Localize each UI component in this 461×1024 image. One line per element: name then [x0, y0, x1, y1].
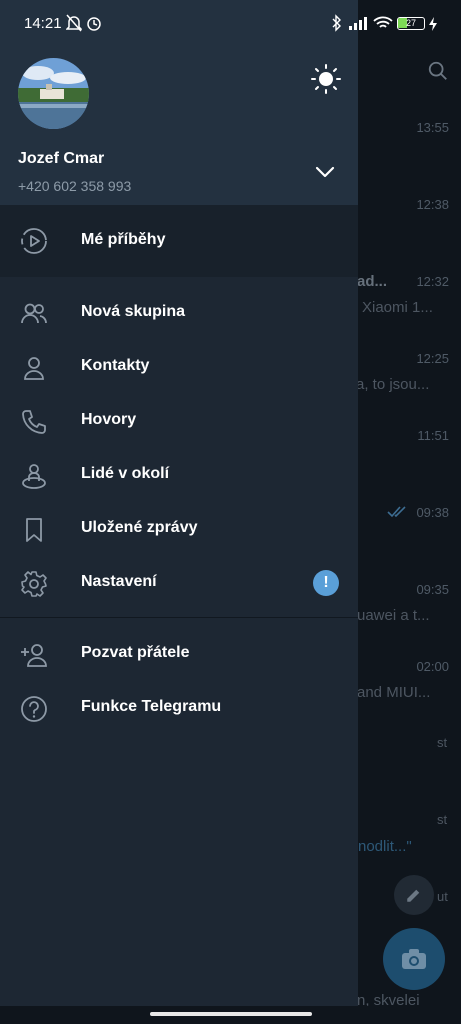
chat-time: 12:38	[416, 197, 449, 212]
chevron-down-icon[interactable]	[314, 164, 336, 180]
chat-time: 12:25	[416, 351, 449, 366]
stories-icon	[21, 228, 47, 254]
double-check-icon	[387, 506, 406, 518]
menu-divider	[0, 617, 358, 618]
menu-item-saved-messages[interactable]: Uložené zprávy	[0, 502, 358, 556]
avatar-photo	[18, 58, 89, 129]
menu-item-label: Mé příběhy	[81, 231, 166, 248]
wifi-icon	[373, 16, 393, 28]
theme-toggle-icon[interactable]	[311, 64, 341, 94]
menu-item-telegram-features[interactable]: Funkce Telegramu	[0, 681, 358, 735]
menu-item-label: Pozvat přátele	[81, 644, 190, 661]
chat-time: 11:51	[417, 428, 449, 443]
group-icon	[21, 303, 47, 324]
chat-time: 09:38	[416, 505, 449, 520]
chat-time: 13:55	[416, 120, 449, 135]
avatar[interactable]	[18, 58, 89, 129]
gear-icon	[21, 571, 47, 597]
settings-warning-badge: !	[313, 570, 339, 596]
person-icon	[24, 357, 44, 380]
user-phone: +420 602 358 993	[18, 178, 132, 194]
menu-item-label: Nastavení	[81, 573, 157, 590]
menu-item-invite-friends[interactable]: Pozvat přátele	[0, 627, 358, 681]
home-indicator[interactable]	[150, 1012, 312, 1016]
chat-preview-fragment: uawei a t...	[357, 607, 430, 624]
menu-item-label: Uložené zprávy	[81, 519, 198, 536]
menu-item-label: Funkce Telegramu	[81, 698, 222, 715]
chat-preview-fragment: a, to jsou...	[356, 376, 430, 393]
bookmark-icon	[26, 518, 42, 542]
menu-item-label: Lidé v okolí	[81, 465, 170, 482]
menu-item-my-stories[interactable]: Mé příběhy	[0, 205, 358, 277]
status-clock: 14:21	[24, 15, 62, 32]
charging-icon	[429, 17, 437, 31]
status-bar: 14:21 27	[0, 0, 461, 48]
chat-title-fragment: ad...	[357, 273, 388, 290]
help-icon	[21, 696, 47, 722]
menu-item-people-nearby[interactable]: Lidé v okolí	[0, 448, 358, 502]
signal-icon	[349, 17, 367, 30]
menu-item-settings[interactable]: Nastavení !	[0, 556, 358, 610]
menu-item-label: Kontakty	[81, 357, 150, 374]
menu-item-label: Hovory	[81, 411, 137, 428]
alarm-icon	[87, 17, 101, 31]
menu-item-label: Nová skupina	[81, 303, 186, 320]
chat-preview-fragment: nodlit..."	[358, 838, 412, 855]
navigation-drawer: Jozef Cmar +420 602 358 993 Mé příběhy N…	[0, 0, 358, 1024]
people-nearby-icon	[22, 464, 46, 489]
chat-time: ut	[437, 889, 448, 904]
add-person-icon	[21, 644, 47, 667]
chat-time: 09:35	[416, 582, 449, 597]
search-icon[interactable]	[427, 60, 449, 82]
bluetooth-icon	[332, 14, 341, 32]
compose-button[interactable]	[394, 875, 434, 915]
menu-item-contacts[interactable]: Kontakty	[0, 340, 358, 394]
battery-level: 27	[405, 18, 416, 28]
user-name: Jozef Cmar	[18, 150, 105, 167]
chat-preview-fragment: Xiaomi 1...	[362, 299, 433, 316]
camera-icon	[402, 949, 426, 969]
battery-icon: 27	[397, 17, 425, 30]
chat-time: st	[437, 812, 448, 827]
camera-button[interactable]	[383, 928, 445, 990]
menu-item-new-group[interactable]: Nová skupina	[0, 286, 358, 340]
chat-time: st	[437, 735, 448, 750]
chat-preview-fragment: and MIUI...	[357, 684, 431, 701]
menu-item-calls[interactable]: Hovory	[0, 394, 358, 448]
chat-time: 02:00	[416, 659, 449, 674]
chat-time: 12:32	[416, 274, 449, 289]
phone-icon	[22, 410, 46, 434]
notifications-muted-icon	[66, 14, 82, 32]
pencil-icon	[407, 889, 420, 902]
